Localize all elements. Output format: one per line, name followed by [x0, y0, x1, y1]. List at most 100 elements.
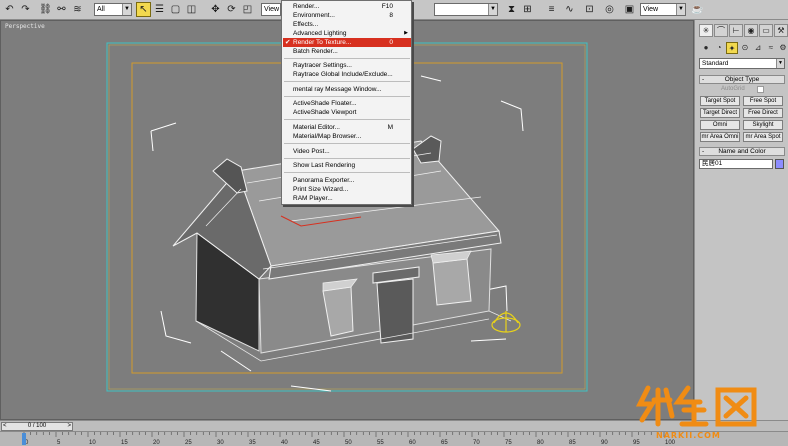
menu-item-label: Material Editor...: [293, 124, 340, 131]
viewport-label[interactable]: Perspective: [5, 23, 45, 30]
menu-item-print-size-wizard[interactable]: Print Size Wizard...: [283, 185, 411, 194]
menu-item-label: Raytrace Global Include/Exclude...: [293, 71, 393, 78]
curve-editor-icon[interactable]: ∿: [562, 2, 577, 17]
free-spot-button[interactable]: Free Spot: [743, 96, 783, 106]
select-and-link-icon[interactable]: ⛓: [38, 2, 53, 17]
redo-icon[interactable]: ↷: [18, 2, 33, 17]
motion-tab[interactable]: ◉: [744, 24, 758, 37]
track-tick-label: 5: [57, 440, 61, 446]
name-and-color-rollout[interactable]: - Name and Color: [699, 147, 785, 156]
menu-item-panorama-exporter[interactable]: Panorama Exporter...: [283, 176, 411, 185]
menu-item-label: Batch Render...: [293, 48, 338, 55]
lights-icon[interactable]: ✦: [726, 42, 738, 54]
menu-item-effects[interactable]: Effects...: [283, 20, 411, 29]
menu-item-label: mental ray Message Window...: [293, 86, 382, 93]
track-tick-label: 95: [633, 440, 640, 446]
shapes-icon[interactable]: ◔: [713, 42, 725, 54]
object-category-dropdown[interactable]: Standard ▼: [699, 58, 785, 69]
collapse-icon: -: [702, 76, 705, 83]
select-object-icon[interactable]: ↖: [136, 2, 151, 17]
target-spot-button[interactable]: Target Spot: [700, 96, 740, 106]
modify-tab[interactable]: ⌒: [714, 24, 728, 37]
create-tab[interactable]: ✳: [699, 24, 713, 37]
menu-item-material-map-browser[interactable]: Material/Map Browser...: [283, 132, 411, 141]
menu-item-batch-render[interactable]: Batch Render...: [283, 47, 411, 56]
menu-separator: [284, 143, 410, 144]
display-tab[interactable]: ▭: [759, 24, 773, 37]
schematic-view-icon[interactable]: ⊡: [582, 2, 597, 17]
track-tick-label: 10: [89, 440, 96, 446]
object-type-rollout[interactable]: - Object Type: [699, 75, 785, 84]
track-tick-label: 45: [313, 440, 320, 446]
track-tick-label: 80: [537, 440, 544, 446]
select-and-move-icon[interactable]: ✥: [208, 2, 223, 17]
menu-item-raytracer-settings[interactable]: Raytracer Settings...: [283, 61, 411, 70]
geometry-icon[interactable]: ●: [700, 42, 712, 54]
menu-item-render-to-texture[interactable]: ✔ Render To Texture... 0: [283, 38, 411, 47]
layer-manager-icon[interactable]: ≡: [544, 2, 559, 17]
view-dropdown-value: View: [643, 6, 659, 13]
menu-item-label: Panorama Exporter...: [293, 177, 355, 184]
menu-item-mental-ray-message-window[interactable]: mental ray Message Window...: [283, 85, 411, 94]
render-scene-icon[interactable]: ▣: [622, 2, 637, 17]
bind-to-space-warp-icon[interactable]: ≋: [70, 2, 85, 17]
systems-icon[interactable]: ⚙: [777, 42, 788, 54]
menu-item-label: Print Size Wizard...: [293, 186, 349, 193]
house-door: [376, 278, 414, 344]
mr-area-spot-button[interactable]: mr Area Spot: [743, 132, 783, 142]
window-crossing-icon[interactable]: ◫: [184, 2, 199, 17]
align-icon[interactable]: ⊞: [520, 2, 535, 17]
current-frame-marker[interactable]: [22, 433, 26, 445]
menu-shortcut: F10: [381, 3, 393, 10]
prev-frame-icon[interactable]: <: [3, 423, 7, 430]
select-and-scale-icon[interactable]: ◰: [240, 2, 255, 17]
menu-item-activeshade-floater[interactable]: ActiveShade Floater...: [283, 99, 411, 108]
selection-filter-value: All: [97, 6, 105, 13]
menu-item-label: Raytracer Settings...: [293, 62, 352, 69]
free-direct-button[interactable]: Free Direct: [743, 108, 783, 118]
menu-item-video-post[interactable]: Video Post...: [283, 147, 411, 156]
menu-item-material-editor[interactable]: Material Editor... M: [283, 123, 411, 132]
menu-item-raytrace-include-exclude[interactable]: Raytrace Global Include/Exclude...: [283, 70, 411, 79]
omni-button[interactable]: Omni: [700, 120, 740, 130]
mr-area-omni-button[interactable]: mr Area Omni: [700, 132, 740, 142]
named-selection-dropdown[interactable]: ▼: [434, 3, 498, 16]
menu-item-label: Show Last Rendering: [293, 162, 356, 169]
select-and-rotate-icon[interactable]: ⟳: [224, 2, 239, 17]
hierarchy-tab[interactable]: ⊢: [729, 24, 743, 37]
quick-render-icon[interactable]: ☕: [690, 2, 705, 17]
menu-item-label: ActiveShade Floater...: [293, 100, 357, 107]
select-by-name-icon[interactable]: ☰: [152, 2, 167, 17]
target-direct-button[interactable]: Target Direct: [700, 108, 740, 118]
menu-item-render[interactable]: Render... F10: [283, 2, 411, 11]
track-tick-label: 15: [121, 440, 128, 446]
object-color-swatch[interactable]: [775, 159, 784, 169]
checkmark-icon: ✔: [285, 39, 291, 46]
time-slider[interactable]: < 0 / 100 >: [1, 422, 73, 431]
space-warps-icon[interactable]: ≈: [765, 42, 777, 54]
autogrid-checkbox[interactable]: [757, 86, 764, 93]
view-dropdown[interactable]: View ▼: [640, 3, 686, 16]
track-tick-label: 70: [473, 440, 480, 446]
unlink-icon[interactable]: ⚯: [54, 2, 69, 17]
menu-item-advanced-lighting[interactable]: Advanced Lighting ▶: [283, 29, 411, 38]
menu-item-label: Environment...: [293, 12, 335, 19]
material-editor-icon[interactable]: ◎: [602, 2, 617, 17]
skylight-button[interactable]: Skylight: [743, 120, 783, 130]
utilities-tab[interactable]: ⚒: [774, 24, 788, 37]
menu-item-label: Advanced Lighting: [293, 30, 347, 37]
next-frame-icon[interactable]: >: [67, 423, 71, 430]
menu-item-activeshade-viewport[interactable]: ActiveShade Viewport: [283, 108, 411, 117]
mirror-icon[interactable]: ⧗: [504, 2, 519, 17]
rectangular-selection-icon[interactable]: ▢: [168, 2, 183, 17]
cameras-icon[interactable]: ⊙: [739, 42, 751, 54]
object-name-input[interactable]: 民居01: [699, 159, 773, 169]
menu-item-ram-player[interactable]: RAM Player...: [283, 194, 411, 203]
selection-filter-dropdown[interactable]: All ▼: [94, 3, 132, 16]
helpers-icon[interactable]: ⊿: [752, 42, 764, 54]
undo-icon[interactable]: ↶: [2, 2, 17, 17]
menu-item-show-last-rendering[interactable]: Show Last Rendering: [283, 161, 411, 170]
menu-item-environment[interactable]: Environment... 8: [283, 11, 411, 20]
menu-separator: [284, 58, 410, 59]
reference-coord-dropdown[interactable]: View: [261, 3, 281, 16]
